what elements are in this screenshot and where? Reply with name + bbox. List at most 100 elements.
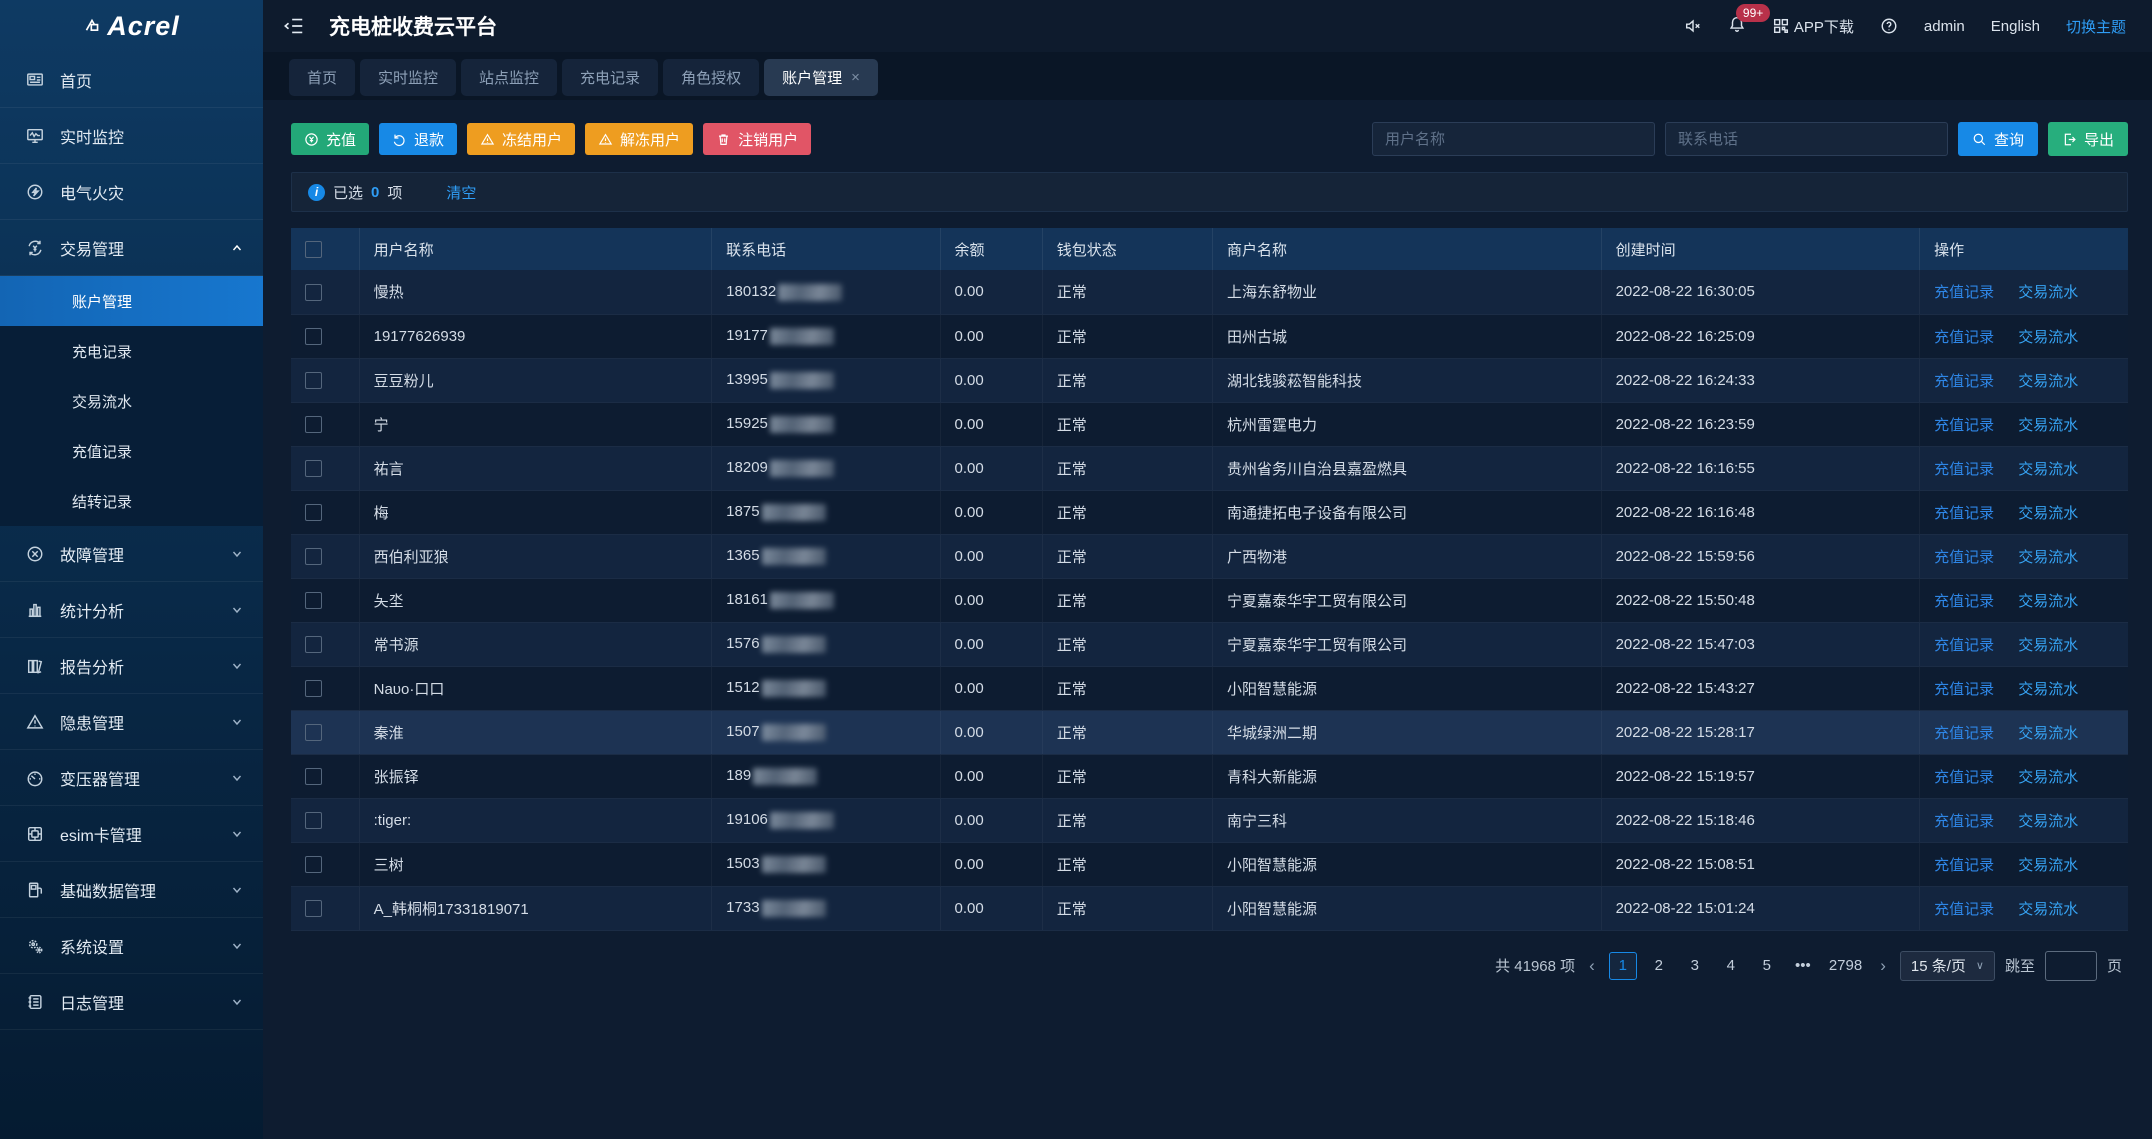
sidebar-item[interactable]: 故障管理: [0, 526, 263, 582]
transaction-flow-link[interactable]: 交易流水: [2018, 505, 2078, 522]
next-page-icon[interactable]: ›: [1876, 956, 1890, 976]
page-button[interactable]: 1: [1609, 952, 1637, 980]
query-button[interactable]: 查询: [1958, 122, 2038, 156]
recharge-record-link[interactable]: 充值记录: [1934, 505, 1994, 522]
page-button[interactable]: 3: [1681, 952, 1709, 980]
recharge-record-link[interactable]: 充值记录: [1934, 284, 1994, 301]
sidebar-item[interactable]: 报告分析: [0, 638, 263, 694]
recharge-record-link[interactable]: 充值记录: [1934, 813, 1994, 830]
sidebar-item[interactable]: 充电记录: [0, 326, 263, 376]
tab[interactable]: 首页 ×: [289, 59, 355, 96]
row-checkbox[interactable]: [305, 680, 322, 697]
recharge-record-link[interactable]: 充值记录: [1934, 857, 1994, 874]
row-checkbox[interactable]: [305, 416, 322, 433]
transaction-flow-link[interactable]: 交易流水: [2018, 329, 2078, 346]
action-button[interactable]: 退款: [379, 123, 457, 155]
row-checkbox[interactable]: [305, 636, 322, 653]
recharge-record-link[interactable]: 充值记录: [1934, 769, 1994, 786]
theme-switch-link[interactable]: 切换主题: [2066, 16, 2126, 37]
row-checkbox[interactable]: [305, 548, 322, 565]
row-checkbox[interactable]: [305, 504, 322, 521]
sidebar-item[interactable]: 日志管理: [0, 974, 263, 1030]
sidebar-item[interactable]: 系统设置: [0, 918, 263, 974]
row-checkbox[interactable]: [305, 812, 322, 829]
recharge-record-link[interactable]: 充值记录: [1934, 373, 1994, 390]
clear-selection-link[interactable]: 清空: [446, 182, 476, 203]
sidebar-item[interactable]: 电气火灾: [0, 164, 263, 220]
transaction-flow-link[interactable]: 交易流水: [2018, 769, 2078, 786]
action-button[interactable]: 解冻用户: [585, 123, 693, 155]
transaction-flow-link[interactable]: 交易流水: [2018, 461, 2078, 478]
transaction-flow-link[interactable]: 交易流水: [2018, 681, 2078, 698]
sidebar-item[interactable]: esim卡管理: [0, 806, 263, 862]
recharge-record-link[interactable]: 充值记录: [1934, 637, 1994, 654]
page-button[interactable]: •••: [1789, 952, 1817, 980]
recharge-record-link[interactable]: 充值记录: [1934, 549, 1994, 566]
transaction-flow-link[interactable]: 交易流水: [2018, 549, 2078, 566]
sidebar-item[interactable]: 实时监控: [0, 108, 263, 164]
app-download-link[interactable]: APP下载: [1772, 16, 1854, 37]
recharge-record-link[interactable]: 充值记录: [1934, 593, 1994, 610]
row-checkbox[interactable]: [305, 460, 322, 477]
sidebar-item[interactable]: 隐患管理: [0, 694, 263, 750]
row-checkbox[interactable]: [305, 372, 322, 389]
recharge-record-link[interactable]: 充值记录: [1934, 329, 1994, 346]
phone-search-input[interactable]: [1665, 122, 1948, 156]
username-search-input[interactable]: [1372, 122, 1655, 156]
language-switch[interactable]: English: [1991, 18, 2040, 35]
sidebar-item[interactable]: 首页: [0, 52, 263, 108]
help-icon[interactable]: [1880, 17, 1898, 35]
page-size-select[interactable]: 15 条/页 ∨: [1900, 951, 1995, 981]
row-checkbox[interactable]: [305, 328, 322, 345]
action-button[interactable]: 冻结用户: [467, 123, 575, 155]
row-checkbox[interactable]: [305, 284, 322, 301]
transaction-flow-link[interactable]: 交易流水: [2018, 901, 2078, 918]
sidebar-item[interactable]: 交易流水: [0, 376, 263, 426]
recharge-record-link[interactable]: 充值记录: [1934, 417, 1994, 434]
recharge-record-link[interactable]: 充值记录: [1934, 681, 1994, 698]
row-checkbox[interactable]: [305, 768, 322, 785]
sidebar-item[interactable]: 变压器管理: [0, 750, 263, 806]
select-all-checkbox[interactable]: [305, 241, 322, 258]
transaction-flow-link[interactable]: 交易流水: [2018, 857, 2078, 874]
sidebar-collapse-icon[interactable]: [283, 15, 305, 37]
sidebar-item[interactable]: 基础数据管理: [0, 862, 263, 918]
tab-close-icon[interactable]: ×: [851, 69, 860, 86]
sidebar-item[interactable]: 统计分析: [0, 582, 263, 638]
transaction-flow-link[interactable]: 交易流水: [2018, 593, 2078, 610]
row-checkbox[interactable]: [305, 856, 322, 873]
page-button[interactable]: 2798: [1825, 952, 1866, 980]
tab[interactable]: 站点监控 ×: [461, 59, 557, 96]
transaction-flow-link[interactable]: 交易流水: [2018, 813, 2078, 830]
jump-page-input[interactable]: [2045, 951, 2097, 981]
recharge-record-link[interactable]: 充值记录: [1934, 725, 1994, 742]
row-checkbox[interactable]: [305, 900, 322, 917]
transaction-flow-link[interactable]: 交易流水: [2018, 725, 2078, 742]
page-button[interactable]: 5: [1753, 952, 1781, 980]
sidebar-item[interactable]: 充值记录: [0, 426, 263, 476]
tab[interactable]: 角色授权 ×: [663, 59, 759, 96]
row-checkbox[interactable]: [305, 592, 322, 609]
row-checkbox[interactable]: [305, 724, 322, 741]
transaction-flow-link[interactable]: 交易流水: [2018, 637, 2078, 654]
tab[interactable]: 实时监控 ×: [360, 59, 456, 96]
notification-bell[interactable]: 99+: [1728, 15, 1746, 37]
transaction-flow-link[interactable]: 交易流水: [2018, 284, 2078, 301]
username[interactable]: admin: [1924, 18, 1965, 35]
tab[interactable]: 账户管理 ×: [764, 59, 878, 96]
recharge-record-link[interactable]: 充值记录: [1934, 901, 1994, 918]
sidebar-item[interactable]: 交易管理: [0, 220, 263, 276]
action-button[interactable]: 充值: [291, 123, 369, 155]
transaction-flow-link[interactable]: 交易流水: [2018, 373, 2078, 390]
sidebar-item[interactable]: 账户管理: [0, 276, 263, 326]
action-button[interactable]: 注销用户: [703, 123, 811, 155]
tab[interactable]: 充电记录 ×: [562, 59, 658, 96]
recharge-record-link[interactable]: 充值记录: [1934, 461, 1994, 478]
export-button[interactable]: 导出: [2048, 122, 2128, 156]
page-button[interactable]: 4: [1717, 952, 1745, 980]
transaction-flow-link[interactable]: 交易流水: [2018, 417, 2078, 434]
mute-icon[interactable]: [1684, 17, 1702, 35]
page-button[interactable]: 2: [1645, 952, 1673, 980]
prev-page-icon[interactable]: ‹: [1585, 956, 1599, 976]
sidebar-item[interactable]: 结转记录: [0, 476, 263, 526]
